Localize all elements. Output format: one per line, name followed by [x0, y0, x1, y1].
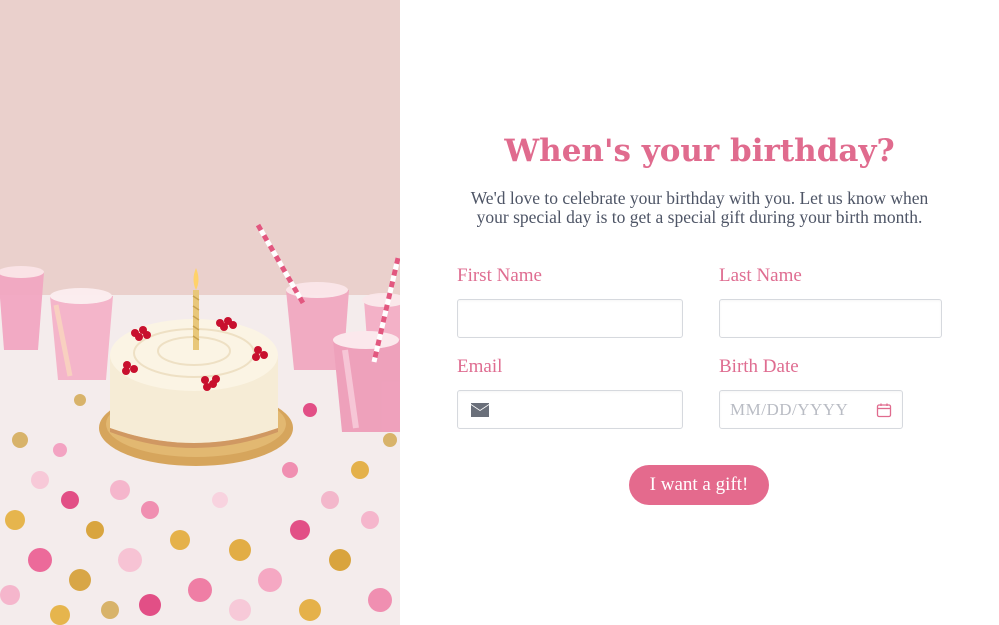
birthday-cake-illustration [0, 0, 400, 625]
first-name-field[interactable] [457, 299, 683, 338]
calendar-icon[interactable] [876, 402, 892, 418]
email-label: Email [457, 356, 503, 377]
mail-icon [471, 403, 489, 417]
first-name-input[interactable] [458, 300, 682, 337]
email-field[interactable] [457, 390, 683, 429]
submit-gift-button[interactable]: I want a gift! [629, 465, 769, 505]
birth-date-input[interactable] [720, 391, 902, 428]
last-name-field[interactable] [719, 299, 942, 338]
birthday-cake-photo [0, 0, 400, 625]
form-subtitle: We'd love to celebrate your birthday wit… [470, 188, 929, 227]
first-name-label: First Name [457, 265, 542, 286]
last-name-label: Last Name [719, 265, 802, 286]
last-name-input[interactable] [720, 300, 941, 337]
email-input[interactable] [458, 391, 682, 428]
birth-date-field[interactable] [719, 390, 903, 429]
birthday-form-panel: When's your birthday? We'd love to celeb… [400, 0, 999, 625]
form-title: When's your birthday? [504, 133, 895, 169]
birth-date-label: Birth Date [719, 356, 799, 377]
birthday-form-page: When's your birthday? We'd love to celeb… [0, 0, 999, 625]
